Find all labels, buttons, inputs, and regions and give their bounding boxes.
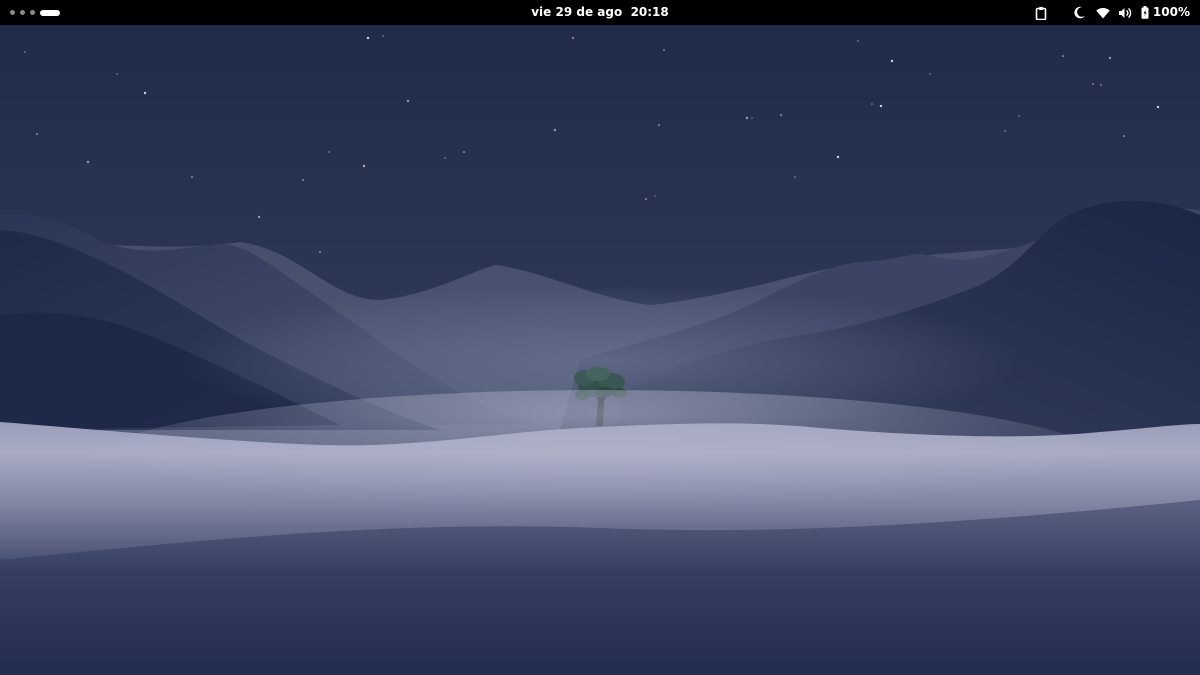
star: [745, 116, 749, 120]
star: [1108, 56, 1112, 60]
star: [658, 124, 660, 126]
star: [871, 103, 873, 105]
star: [463, 151, 465, 153]
star: [257, 215, 261, 219]
clock-date: vie 29 de ago: [531, 5, 623, 19]
star: [857, 40, 859, 42]
star: [116, 73, 118, 75]
star: [1156, 105, 1160, 109]
battery-icon[interactable]: [1141, 6, 1149, 19]
star: [1092, 83, 1094, 85]
star: [553, 128, 557, 132]
star: [382, 35, 384, 37]
star: [890, 59, 894, 63]
clock-time: 20:18: [630, 5, 669, 19]
star: [143, 91, 147, 95]
wifi-icon[interactable]: [1096, 7, 1110, 19]
system-tray[interactable]: 100%: [1035, 0, 1190, 25]
star: [36, 133, 38, 135]
star: [362, 164, 366, 168]
star: [654, 195, 656, 197]
star: [86, 160, 90, 164]
star: [328, 151, 330, 153]
star: [1123, 135, 1125, 137]
workspace-dot[interactable]: [10, 10, 15, 15]
star: [302, 179, 304, 181]
star: [1018, 115, 1020, 117]
workspace-dot[interactable]: [20, 10, 25, 15]
star: [663, 49, 665, 51]
star: [1004, 130, 1006, 132]
star: [1062, 55, 1064, 57]
star: [751, 117, 753, 119]
star: [1100, 84, 1102, 86]
star: [929, 73, 931, 75]
top-bar: vie 29 de ago 20:18 100%: [0, 0, 1200, 25]
star: [24, 51, 26, 53]
desktop[interactable]: vie 29 de ago 20:18 100%: [0, 0, 1200, 675]
clipboard-icon[interactable]: [1035, 6, 1047, 20]
active-workspace-pill[interactable]: [40, 9, 60, 16]
star: [191, 176, 193, 178]
star: [571, 36, 575, 40]
star: [406, 99, 410, 103]
night-light-icon[interactable]: [1074, 6, 1086, 19]
star: [879, 104, 883, 108]
star: [444, 157, 446, 159]
star: [794, 176, 796, 178]
star: [780, 114, 782, 116]
star: [645, 198, 647, 200]
wallpaper: [0, 0, 1200, 675]
star: [366, 36, 370, 40]
star: [836, 155, 840, 159]
workspace-dot[interactable]: [30, 10, 35, 15]
volume-icon[interactable]: [1118, 7, 1132, 19]
clock-button[interactable]: vie 29 de ago 20:18: [500, 0, 700, 25]
battery-percentage: 100%: [1152, 5, 1190, 19]
workspace-indicator[interactable]: [10, 0, 60, 25]
